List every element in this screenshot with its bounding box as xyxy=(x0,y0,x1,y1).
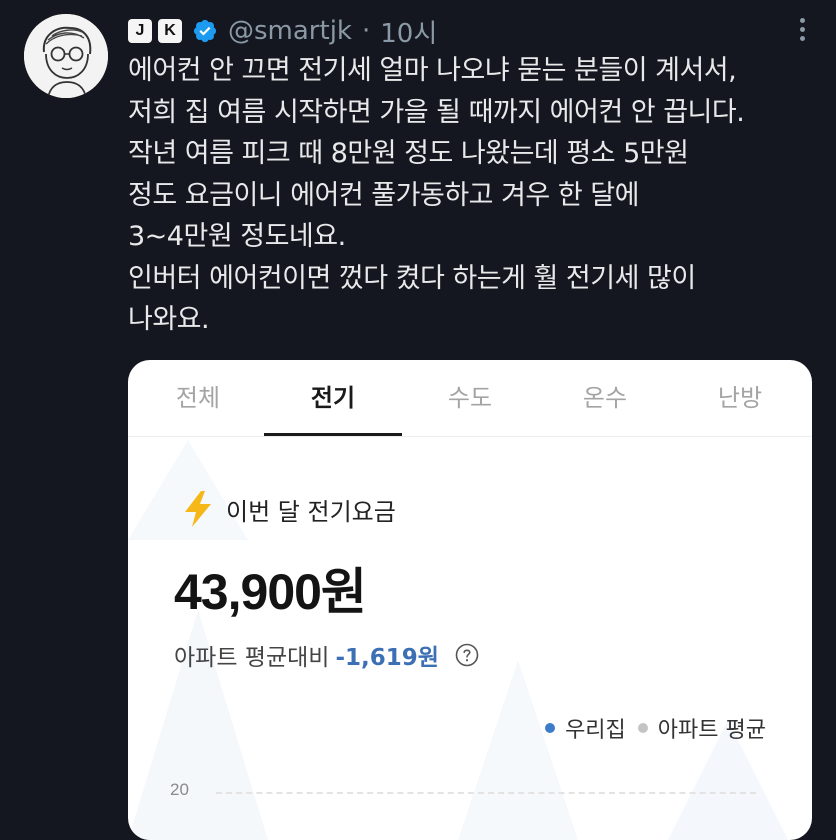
legend-item-home: 우리집 xyxy=(545,712,626,744)
tab-electricity[interactable]: 전기 xyxy=(273,378,393,413)
bill-amount: 43,900원 xyxy=(174,564,367,620)
tweet-header: J K @smartjk · 10시 xyxy=(128,13,437,50)
more-options-icon[interactable] xyxy=(800,18,808,45)
tab-heating[interactable]: 난방 xyxy=(680,378,800,413)
y-axis-tick: 20 xyxy=(170,780,189,799)
meta-separator: · xyxy=(361,16,371,46)
chart-gridline xyxy=(216,792,756,794)
bill-label-text: 이번 달 전기요금 xyxy=(226,497,396,526)
lightning-bolt-icon xyxy=(185,491,211,527)
tweet-line: 작년 여름 피크 때 8만원 정도 나왔는데 평소 5만원 xyxy=(128,138,689,169)
avatar-illustration xyxy=(24,14,108,98)
tweet-line: 3~4만원 정도네요. xyxy=(128,221,346,252)
tweet-line: 나와요. xyxy=(128,304,210,335)
tweet-text: 에어컨 안 끄면 전기세 얼마 나오냐 묻는 분들이 계서서, 저희 집 여름 … xyxy=(128,50,828,341)
help-icon[interactable] xyxy=(455,643,479,667)
legend-item-average: 아파트 평균 xyxy=(637,712,766,744)
verified-badge-icon xyxy=(193,19,217,43)
attached-image-card[interactable]: 전체 전기 수도 온수 난방 이번 달 전기요금 43,900원 아파트 평균대… xyxy=(128,360,812,840)
tweet-time[interactable]: 10시 xyxy=(380,13,437,50)
comparison-value: -1,619원 xyxy=(335,645,439,671)
avatar[interactable] xyxy=(24,14,108,98)
bill-label: 이번 달 전기요금 xyxy=(182,490,396,528)
tweet-line: 인버터 에어컨이면 껐다 켰다 하는게 훨 전기세 많이 xyxy=(128,262,696,294)
comparison-label: 아파트 평균대비 xyxy=(174,645,330,671)
chart-legend: 우리집 아파트 평균 xyxy=(545,712,766,744)
legend-dot-icon xyxy=(637,723,648,733)
tweet-line: 정도 요금이니 에어컨 풀가동하고 겨우 한 달에 xyxy=(128,179,639,211)
tweet-line: 에어컨 안 끄면 전기세 얼마 나오냐 묻는 분들이 계서서, xyxy=(128,55,737,86)
legend-label: 우리집 xyxy=(565,718,626,743)
average-comparison: 아파트 평균대비 -1,619원 xyxy=(174,638,479,672)
badge-letter-k: K xyxy=(158,19,182,43)
badge-letter-j: J xyxy=(128,19,152,43)
tab-all[interactable]: 전체 xyxy=(138,378,258,413)
tweet-line: 저희 집 여름 시작하면 가을 될 때까지 에어컨 안 끕니다. xyxy=(128,96,745,128)
tab-bar: 전체 전기 수도 온수 난방 xyxy=(128,360,812,437)
active-tab-indicator xyxy=(264,433,402,436)
tab-water[interactable]: 수도 xyxy=(410,378,530,413)
tab-hot-water[interactable]: 온수 xyxy=(545,378,665,413)
author-handle[interactable]: @smartjk xyxy=(228,16,352,46)
legend-dot-icon xyxy=(545,723,556,733)
legend-label: 아파트 평균 xyxy=(657,718,766,743)
